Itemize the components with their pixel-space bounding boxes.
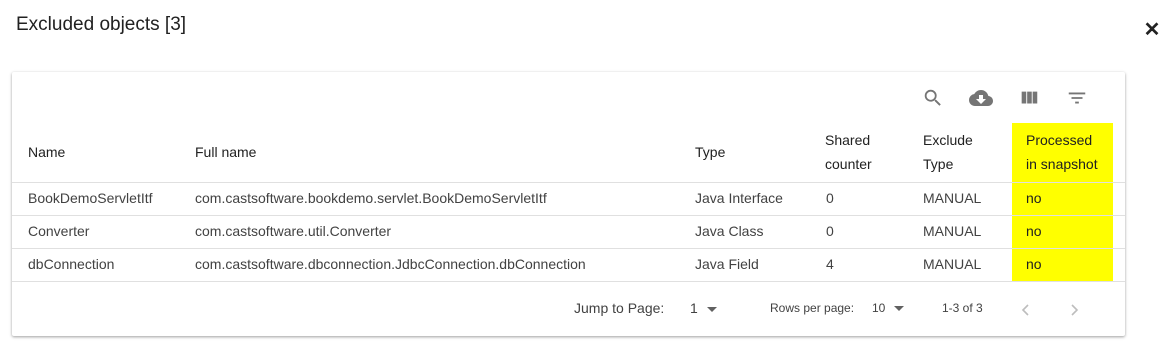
header-processed-line2: in snapshot — [1026, 156, 1098, 172]
header-processed-line1: Processed — [1026, 132, 1093, 148]
header-shared-counter-line2: counter — [825, 156, 872, 172]
header-exclude-type[interactable]: Exclude Type — [923, 128, 973, 176]
table-row[interactable]: BookDemoServletItf com.castsoftware.book… — [12, 182, 1125, 216]
jump-to-page-select[interactable]: 1 — [690, 282, 717, 335]
dialog-title: Excluded objects [3] — [16, 14, 187, 35]
cell-processed: no — [1026, 256, 1042, 272]
pagination-bar: Jump to Page: 1 Rows per page: 10 1-3 of… — [12, 281, 1125, 337]
chevron-right-icon — [1071, 304, 1079, 316]
cell-name: BookDemoServletItf — [28, 190, 153, 206]
chevron-down-icon — [894, 306, 905, 312]
previous-page-button[interactable] — [1014, 298, 1038, 322]
cell-exclude-type: MANUAL — [923, 223, 982, 239]
excluded-objects-table-card: Name Full name Type Shared counter Exclu… — [12, 72, 1125, 336]
filter-icon[interactable] — [1065, 86, 1089, 110]
rows-per-page-select[interactable]: 10 — [872, 282, 905, 335]
search-icon[interactable] — [921, 86, 945, 110]
cell-name: Converter — [28, 223, 90, 239]
cell-shared-counter: 4 — [826, 256, 834, 272]
cell-processed: no — [1026, 223, 1042, 239]
cell-processed: no — [1026, 190, 1042, 206]
header-full-name[interactable]: Full name — [195, 140, 256, 164]
cell-shared-counter: 0 — [826, 190, 834, 206]
header-processed-in-snapshot[interactable]: Processed in snapshot — [1026, 128, 1098, 176]
chevron-left-icon — [1021, 304, 1029, 316]
header-type[interactable]: Type — [695, 140, 725, 164]
close-icon[interactable]: ✕ — [1142, 20, 1162, 40]
cell-exclude-type: MANUAL — [923, 190, 982, 206]
header-shared-counter-line1: Shared — [825, 132, 871, 148]
next-page-button[interactable] — [1062, 298, 1086, 322]
cell-type: Java Interface — [695, 190, 783, 206]
cell-type: Java Class — [695, 223, 764, 239]
cell-full-name: com.castsoftware.dbconnection.JdbcConnec… — [195, 256, 586, 272]
header-name[interactable]: Name — [28, 140, 65, 164]
view-column-icon[interactable] — [1017, 86, 1041, 110]
table-row[interactable]: dbConnection com.castsoftware.dbconnecti… — [12, 248, 1125, 282]
cloud-download-icon[interactable] — [969, 86, 993, 110]
cell-shared-counter: 0 — [826, 223, 834, 239]
cell-full-name: com.castsoftware.bookdemo.servlet.BookDe… — [195, 190, 547, 206]
cell-name: dbConnection — [28, 256, 115, 272]
header-exclude-type-line2: Type — [923, 156, 954, 172]
header-exclude-type-line1: Exclude — [923, 132, 973, 148]
cell-exclude-type: MANUAL — [923, 256, 982, 272]
pagination-range: 1-3 of 3 — [942, 301, 983, 315]
rows-per-page-value: 10 — [872, 301, 886, 315]
jump-to-page-label: Jump to Page: — [574, 300, 665, 316]
rows-per-page-label: Rows per page: — [770, 301, 855, 315]
table-row[interactable]: Converter com.castsoftware.util.Converte… — [12, 215, 1125, 249]
header-shared-counter[interactable]: Shared counter — [825, 128, 872, 176]
cell-full-name: com.castsoftware.util.Converter — [195, 223, 392, 239]
chevron-down-icon — [706, 306, 717, 312]
cell-type: Java Field — [695, 256, 759, 272]
jump-to-page-value: 1 — [690, 300, 698, 316]
